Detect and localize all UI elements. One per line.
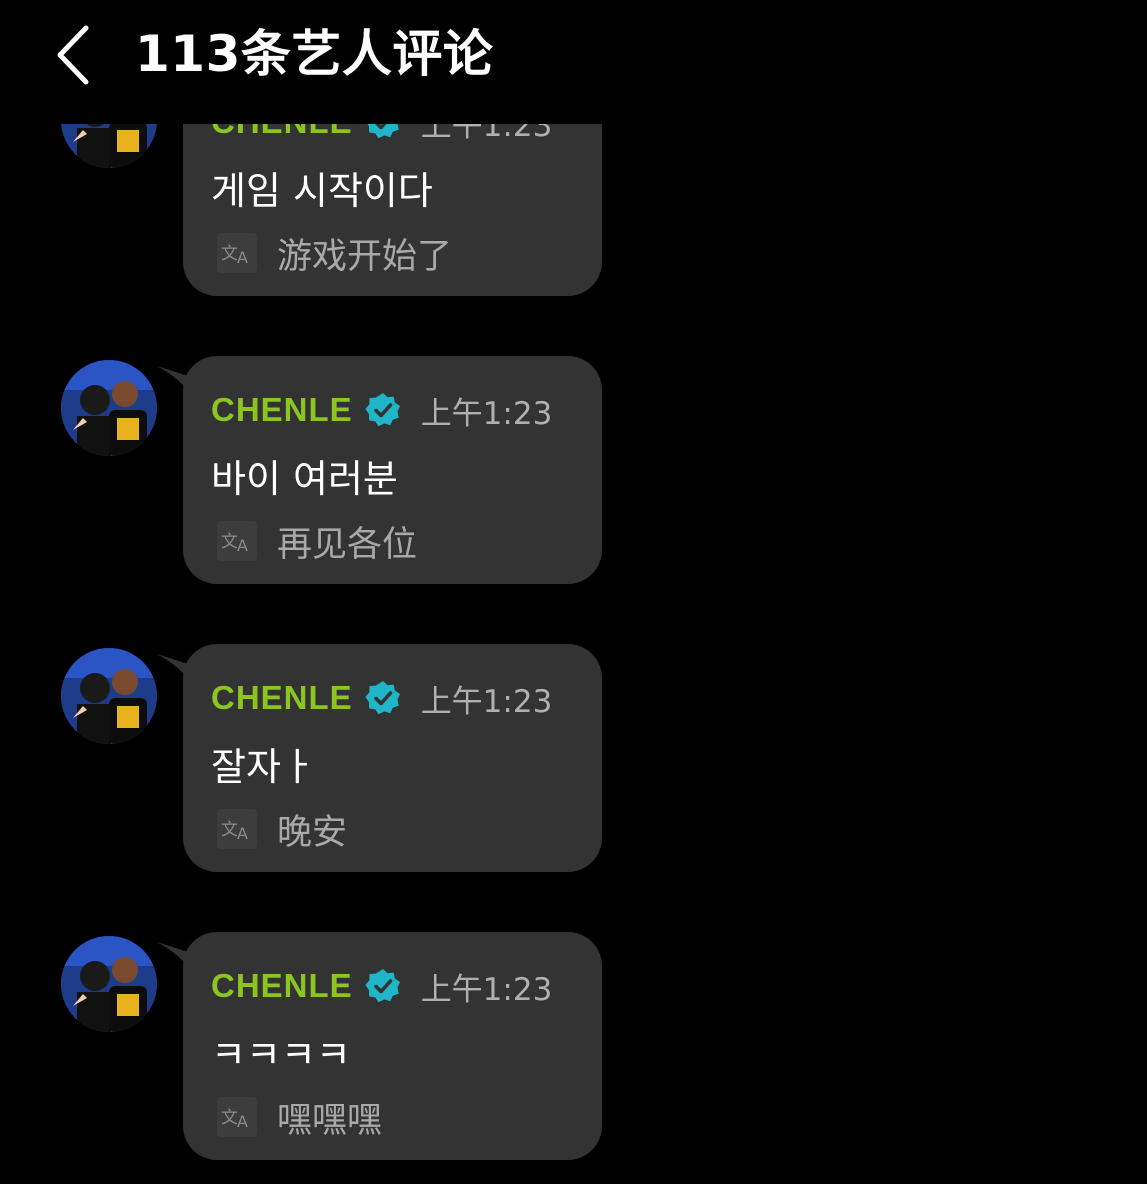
comment-text: 게임 시작이다 bbox=[211, 169, 433, 213]
svg-text:A: A bbox=[237, 536, 248, 554]
timestamp: 上午1:23 bbox=[420, 971, 553, 1008]
comment-text: 잘자ㅏ bbox=[211, 745, 316, 789]
svg-text:A: A bbox=[237, 248, 248, 266]
translation-text: 游戏开始了 bbox=[277, 236, 453, 277]
svg-text:文: 文 bbox=[221, 820, 238, 840]
chevron-left-icon bbox=[57, 25, 89, 85]
comment-meta: CHENLE 上午1:23 bbox=[211, 676, 552, 720]
translation-row: 文 A 嘿嘿嘿 bbox=[217, 1094, 383, 1141]
author-name[interactable]: CHENLE bbox=[211, 967, 353, 1005]
comment-text: ㅋㅋㅋㅋ bbox=[211, 1033, 351, 1077]
translation-row: 文 A 晚安 bbox=[217, 806, 348, 853]
author-name[interactable]: CHENLE bbox=[211, 391, 353, 429]
verified-badge-icon bbox=[365, 968, 401, 1004]
avatar[interactable] bbox=[61, 648, 157, 744]
comment-meta: CHENLE 上午1:23 bbox=[211, 964, 552, 1008]
timestamp: 上午1:23 bbox=[420, 395, 553, 432]
translation-text: 嘿嘿嘿 bbox=[277, 1100, 383, 1141]
comment-meta: CHENLE 上午1:23 bbox=[211, 388, 552, 432]
comment-text: 바이 여러분 bbox=[211, 457, 398, 501]
verified-badge-icon bbox=[365, 680, 401, 716]
translate-icon[interactable]: 文 A bbox=[217, 521, 257, 561]
comment-item[interactable]: CHENLE 上午1:23 ㅋㅋㅋㅋ 文 A 嘿嘿嘿 bbox=[0, 932, 1147, 1160]
comment-bubble[interactable]: CHENLE 上午1:23 잘자ㅏ 文 A 晚安 bbox=[183, 644, 602, 872]
translate-icon[interactable]: 文 A bbox=[217, 233, 257, 273]
back-button[interactable] bbox=[48, 20, 108, 90]
comment-item[interactable]: CHENLE 上午1:23 잘자ㅏ 文 A 晚安 bbox=[0, 644, 1147, 872]
comment-bubble[interactable]: CHENLE 上午1:23 ㅋㅋㅋㅋ 文 A 嘿嘿嘿 bbox=[183, 932, 602, 1160]
page-title: 113条艺人评论 bbox=[135, 25, 494, 83]
verified-badge-icon bbox=[365, 392, 401, 428]
svg-text:文: 文 bbox=[221, 244, 238, 264]
svg-text:文: 文 bbox=[221, 532, 238, 552]
translation-text: 晚安 bbox=[277, 812, 348, 853]
translate-icon[interactable]: 文 A bbox=[217, 809, 257, 849]
translate-icon[interactable]: 文 A bbox=[217, 1097, 257, 1137]
comment-feed[interactable]: CHENLE 上午1:23 게임 시작이다 文 A 游戏开始了 bbox=[0, 0, 1147, 1184]
translation-text: 再见各位 bbox=[277, 524, 418, 565]
svg-text:A: A bbox=[237, 824, 248, 842]
author-name[interactable]: CHENLE bbox=[211, 679, 353, 717]
comment-item[interactable]: CHENLE 上午1:23 바이 여러분 文 A 再见各位 bbox=[0, 356, 1147, 584]
avatar[interactable] bbox=[61, 360, 157, 456]
translation-row: 文 A 游戏开始了 bbox=[217, 230, 453, 277]
top-bar: 113条艺人评论 bbox=[0, 0, 1147, 124]
timestamp: 上午1:23 bbox=[420, 683, 553, 720]
avatar[interactable] bbox=[61, 936, 157, 1032]
translation-row: 文 A 再见各位 bbox=[217, 518, 418, 565]
svg-text:A: A bbox=[237, 1112, 248, 1130]
comment-bubble[interactable]: CHENLE 上午1:23 바이 여러분 文 A 再见各位 bbox=[183, 356, 602, 584]
svg-text:文: 文 bbox=[221, 1108, 238, 1128]
